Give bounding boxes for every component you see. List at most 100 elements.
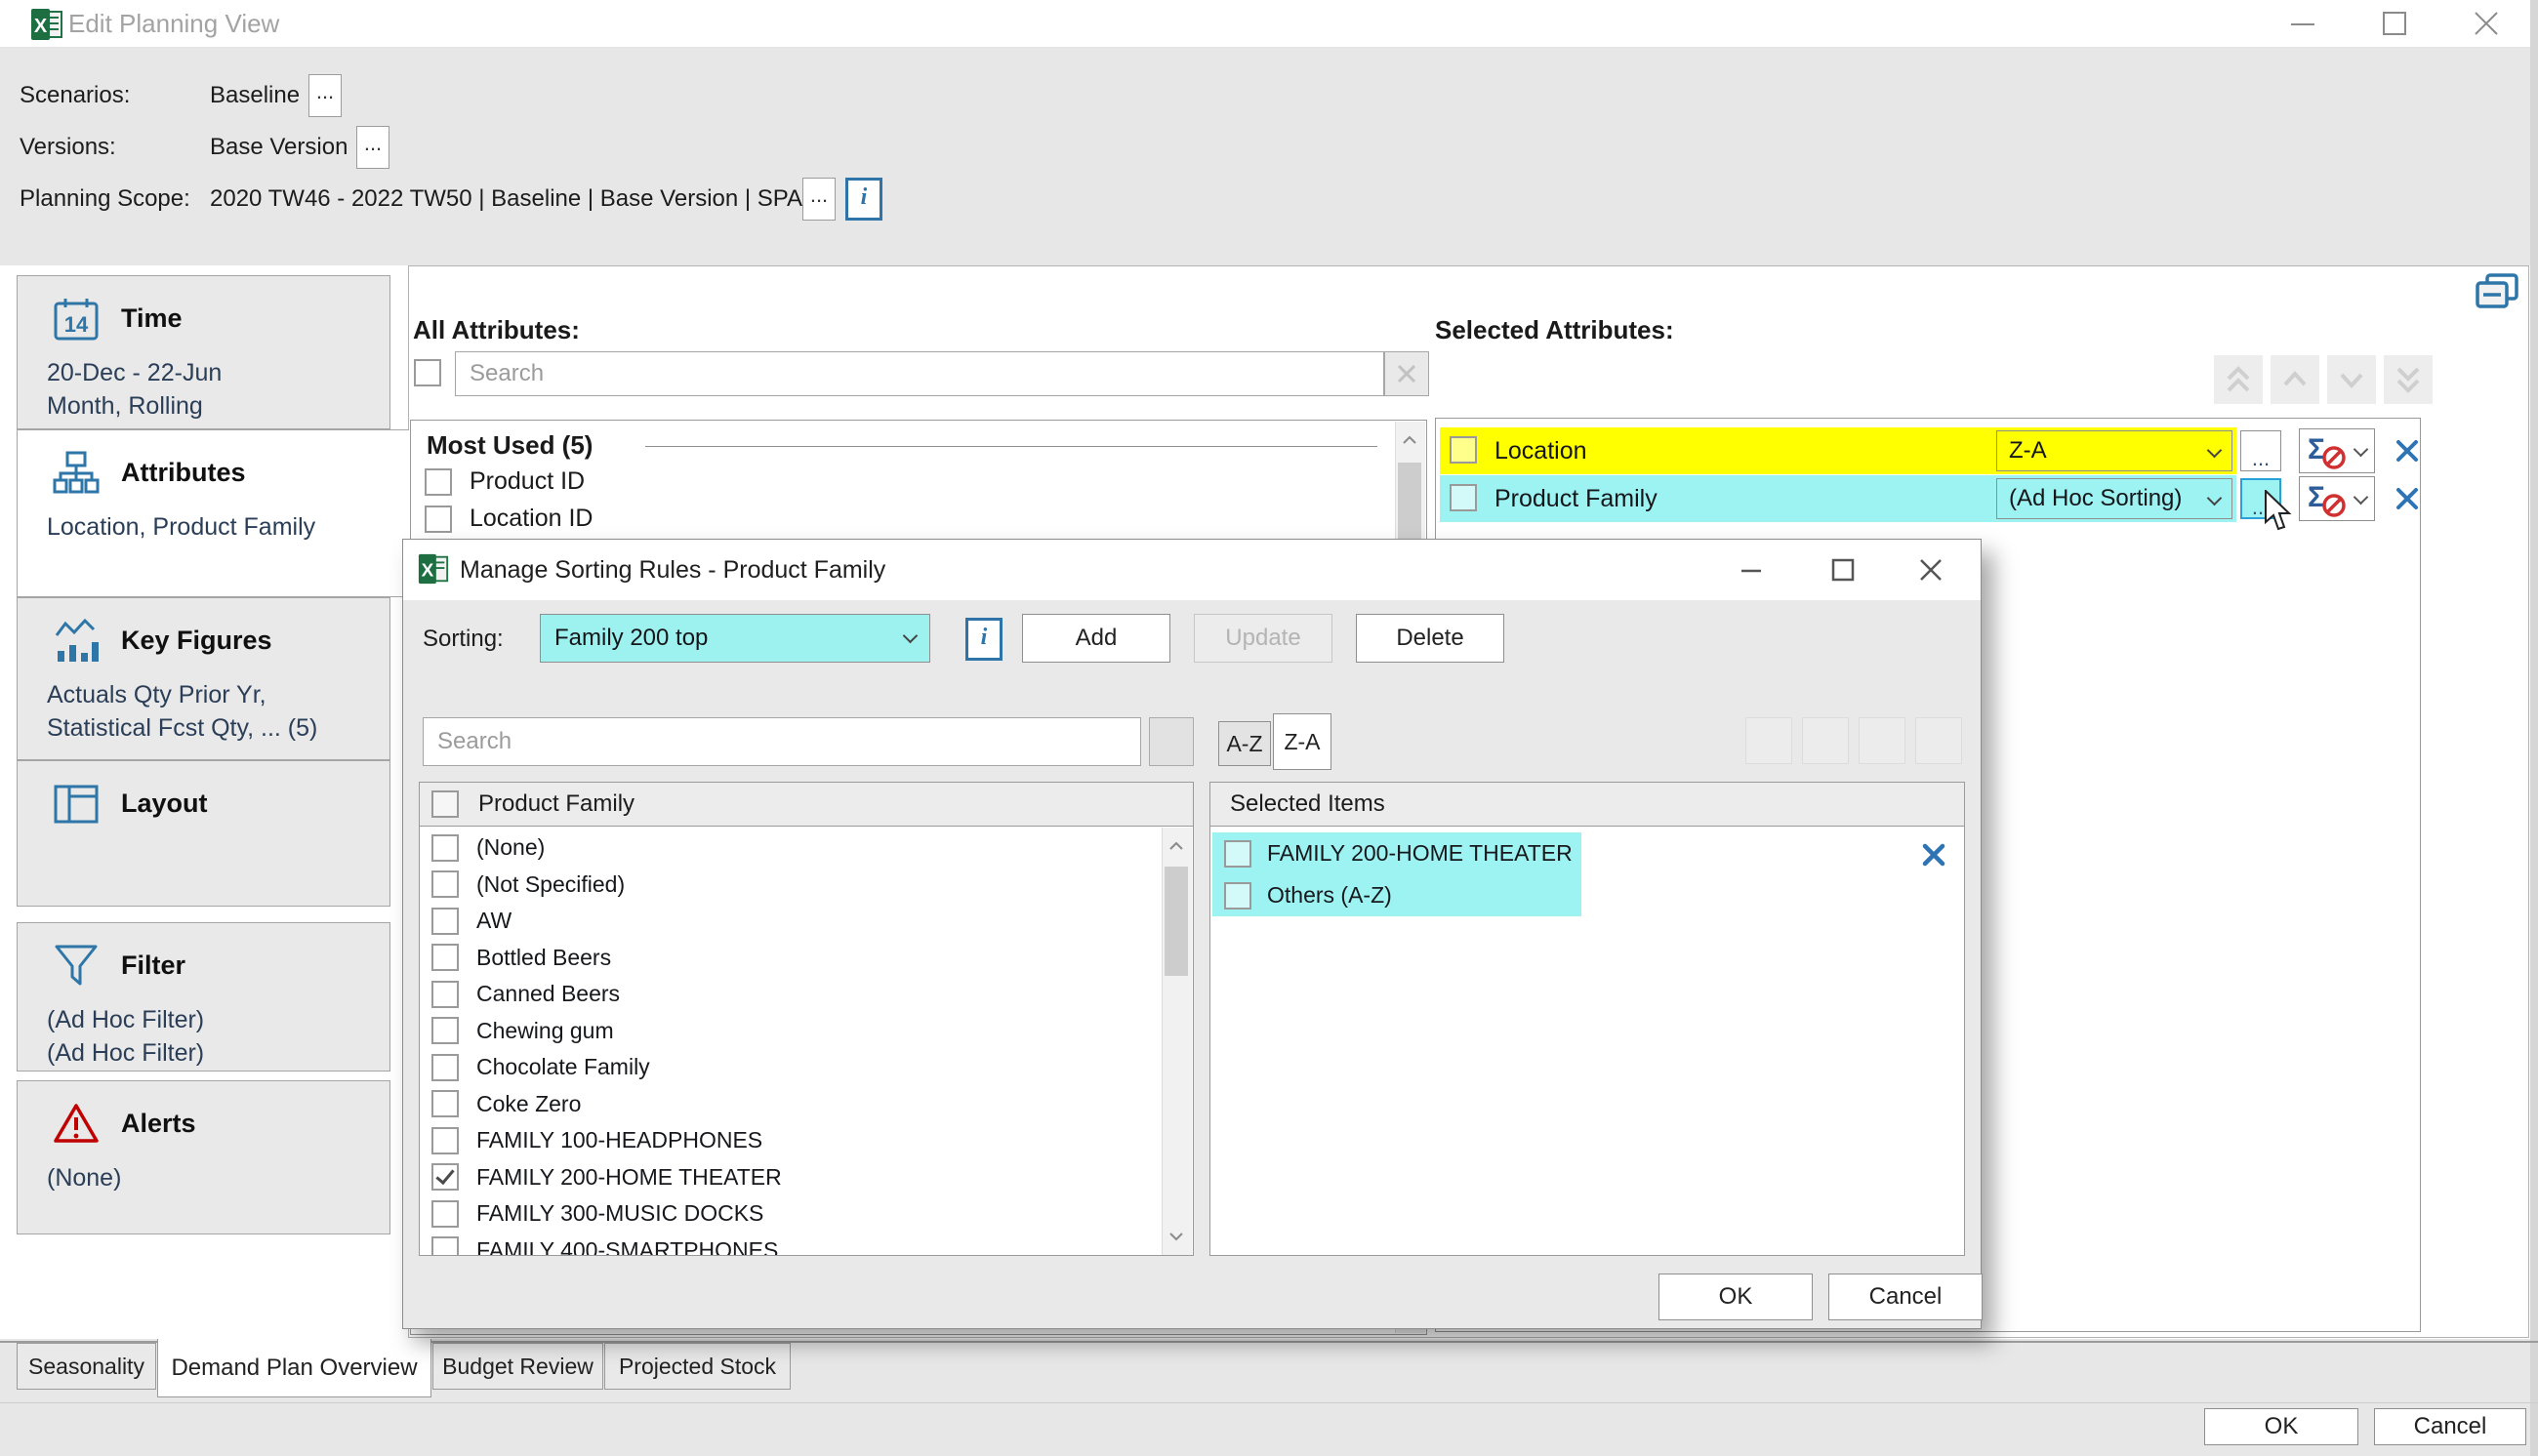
selected-item[interactable]: Others (A-Z) (1212, 874, 1581, 916)
sorting-rules-button[interactable]: ... (2240, 430, 2281, 471)
checkbox[interactable] (431, 1200, 459, 1228)
attribute-item-location-id[interactable]: Location ID (425, 505, 593, 533)
sidebar-item-layout[interactable]: Layout (17, 760, 390, 907)
cancel-button[interactable]: Cancel (2374, 1408, 2526, 1445)
add-button[interactable]: Add (1022, 614, 1170, 663)
move-top-button[interactable] (2214, 355, 2263, 404)
sorting-rule-dropdown[interactable]: Family 200 top (540, 614, 930, 663)
move-down-button[interactable] (1859, 717, 1905, 764)
family-list-item[interactable]: (Not Specified) (420, 867, 1162, 904)
selected-item[interactable]: FAMILY 200-HOME THEATER (1212, 832, 1581, 874)
family-list-item[interactable]: FAMILY 400-SMARTPHONES (420, 1233, 1162, 1257)
checkbox[interactable] (431, 981, 459, 1008)
planning-scope-info-icon[interactable]: i (845, 178, 882, 221)
checkbox[interactable] (1224, 840, 1251, 868)
scroll-up-icon[interactable] (1396, 422, 1423, 459)
checkbox[interactable] (425, 506, 452, 533)
checkbox[interactable] (425, 468, 452, 496)
sorting-label: Sorting: (423, 626, 504, 653)
checkbox[interactable] (431, 1236, 459, 1256)
sidebar-item-key-figures[interactable]: Key Figures Actuals Qty Prior Yr, Statis… (17, 597, 390, 760)
versions-label: Versions: (20, 134, 116, 161)
attribute-item-product-id[interactable]: Product ID (425, 467, 585, 496)
scroll-down-icon[interactable] (1163, 1218, 1190, 1255)
remove-attribute-button[interactable] (2391, 433, 2424, 468)
aggregation-dropdown[interactable]: Σ (2299, 476, 2375, 521)
sorting-info-icon[interactable]: i (965, 618, 1003, 661)
checkbox[interactable] (431, 1017, 459, 1044)
move-up-button[interactable] (1802, 717, 1849, 764)
select-all-checkbox[interactable] (431, 790, 459, 818)
move-bottom-button[interactable] (2384, 355, 2433, 404)
sort-order-dropdown[interactable]: Z-A (1996, 430, 2232, 471)
checkbox[interactable] (431, 834, 459, 862)
family-search-input[interactable] (423, 717, 1141, 766)
family-list-item[interactable]: Coke Zero (420, 1086, 1162, 1123)
remove-attribute-button[interactable] (2391, 481, 2424, 516)
sidebar-item-alerts[interactable]: Alerts (None) (17, 1080, 390, 1234)
family-list-item[interactable]: Chocolate Family (420, 1049, 1162, 1086)
clear-search-button[interactable] (1149, 717, 1194, 766)
checkbox[interactable] (431, 1090, 459, 1117)
checkbox[interactable] (431, 870, 459, 898)
sidebar-item-filter[interactable]: Filter (Ad Hoc Filter) (Ad Hoc Filter) (17, 922, 390, 1072)
family-list-item[interactable]: Canned Beers (420, 976, 1162, 1013)
sidebar-item-attributes[interactable]: Attributes Location, Product Family (17, 429, 409, 597)
aggregation-dropdown[interactable]: Σ (2299, 428, 2375, 473)
sort-az-button[interactable]: A-Z (1218, 721, 1271, 766)
sort-za-button[interactable]: Z-A (1273, 713, 1331, 770)
family-list-item[interactable]: (None) (420, 829, 1162, 867)
svg-text:14: 14 (64, 312, 89, 337)
copy-view-icon[interactable] (2474, 271, 2520, 314)
remove-selected-item-button[interactable] (1921, 842, 1946, 868)
sidebar-item-time[interactable]: 14 Time 20-Dec - 22-Jun Month, Rolling (17, 275, 390, 429)
tab-seasonality[interactable]: Seasonality (17, 1343, 156, 1390)
delete-button[interactable]: Delete (1356, 614, 1504, 663)
family-list-item[interactable]: FAMILY 100-HEADPHONES (420, 1122, 1162, 1159)
family-list-item[interactable]: Chewing gum (420, 1013, 1162, 1050)
scroll-up-icon[interactable] (1163, 828, 1190, 865)
chevron-down-icon (2207, 491, 2223, 506)
checkbox[interactable] (1224, 882, 1251, 910)
close-button[interactable] (2458, 0, 2515, 47)
dialog-ok-button[interactable]: OK (1658, 1274, 1813, 1320)
checkbox[interactable] (431, 1054, 459, 1081)
dialog-cancel-button[interactable]: Cancel (1828, 1274, 1983, 1320)
maximize-button[interactable] (2366, 0, 2423, 47)
checkbox[interactable] (1450, 436, 1477, 464)
tab-projected-stock[interactable]: Projected Stock (604, 1343, 791, 1390)
family-list-item[interactable]: AW (420, 903, 1162, 940)
attributes-search-input[interactable] (455, 351, 1384, 396)
minimize-button[interactable] (1727, 540, 1776, 600)
sort-order-dropdown[interactable]: (Ad Hoc Sorting) (1996, 478, 2232, 519)
checkbox[interactable] (431, 944, 459, 971)
checkbox[interactable] (431, 1127, 459, 1154)
scrollbar[interactable] (1162, 828, 1192, 1255)
move-bottom-button[interactable] (1915, 717, 1962, 764)
scenarios-browse-button[interactable]: ... (308, 74, 342, 117)
no-aggregation-icon (2321, 493, 2347, 518)
clear-search-icon[interactable] (1384, 351, 1429, 396)
checkbox[interactable] (1450, 484, 1477, 511)
update-button[interactable]: Update (1194, 614, 1332, 663)
ok-button[interactable]: OK (2204, 1408, 2358, 1445)
selected-attribute-row-location[interactable]: Location Z-A ... Σ (1440, 427, 2418, 474)
versions-browse-button[interactable]: ... (356, 126, 389, 169)
family-list-item[interactable]: FAMILY 200-HOME THEATER (420, 1159, 1162, 1196)
scroll-thumb[interactable] (1165, 867, 1188, 976)
manage-sorting-rules-dialog: X Manage Sorting Rules - Product Family … (402, 539, 1982, 1329)
checkbox[interactable] (431, 1163, 459, 1191)
move-down-button[interactable] (2327, 355, 2376, 404)
checkbox[interactable] (431, 908, 459, 935)
close-button[interactable] (1906, 540, 1955, 600)
select-all-checkbox[interactable] (414, 359, 441, 386)
move-top-button[interactable] (1745, 717, 1792, 764)
family-list-item[interactable]: FAMILY 300-MUSIC DOCKS (420, 1195, 1162, 1233)
maximize-button[interactable] (1819, 540, 1867, 600)
tab-budget-review[interactable]: Budget Review (432, 1343, 603, 1390)
minimize-button[interactable] (2274, 0, 2331, 47)
planning-scope-browse-button[interactable]: ... (802, 178, 836, 221)
family-list-item[interactable]: Bottled Beers (420, 940, 1162, 977)
move-up-button[interactable] (2271, 355, 2319, 404)
tab-demand-plan-overview[interactable]: Demand Plan Overview (157, 1339, 431, 1397)
